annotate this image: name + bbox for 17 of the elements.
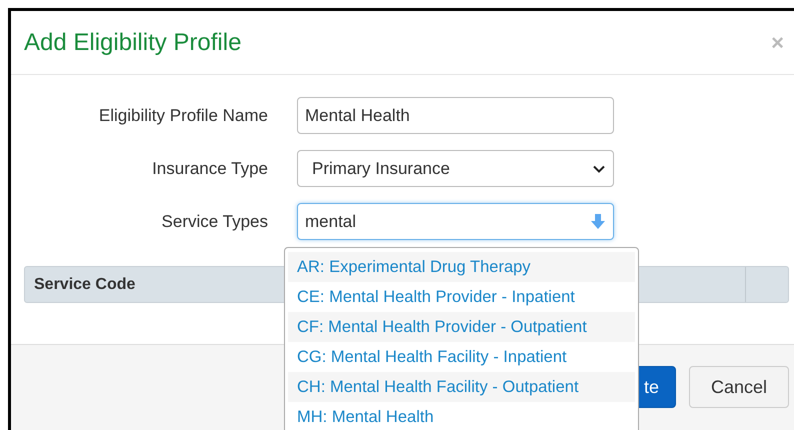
dropdown-option[interactable]: CE: Mental Health Provider - Inpatient xyxy=(288,282,635,312)
cancel-button[interactable]: Cancel xyxy=(689,366,789,408)
field-label: Eligibility Profile Name xyxy=(98,106,269,126)
text-field[interactable]: Mental Health xyxy=(297,97,614,134)
dropdown-option[interactable]: CH: Mental Health Facility - Outpatient xyxy=(288,372,635,402)
dropdown-option[interactable]: AR: Experimental Drug Therapy xyxy=(288,252,635,282)
chevron-icon xyxy=(593,164,605,172)
select-field[interactable]: Primary Insurance xyxy=(297,150,614,187)
field-label: Insurance Type xyxy=(151,158,269,178)
dropdown-option[interactable]: CF: Mental Health Provider - Outpatient xyxy=(288,312,635,342)
dropdown-option[interactable]: MH: Mental Health xyxy=(288,402,635,430)
combo-field[interactable]: mental xyxy=(297,203,614,240)
dialog-title: Add Eligibility Profile xyxy=(24,28,242,56)
arrow-down-icon xyxy=(591,214,605,229)
dropdown-option[interactable]: CG: Mental Health Facility - Inpatient xyxy=(288,342,635,372)
field-label: Service Types xyxy=(160,212,269,232)
column-header: Service Code xyxy=(33,276,136,294)
